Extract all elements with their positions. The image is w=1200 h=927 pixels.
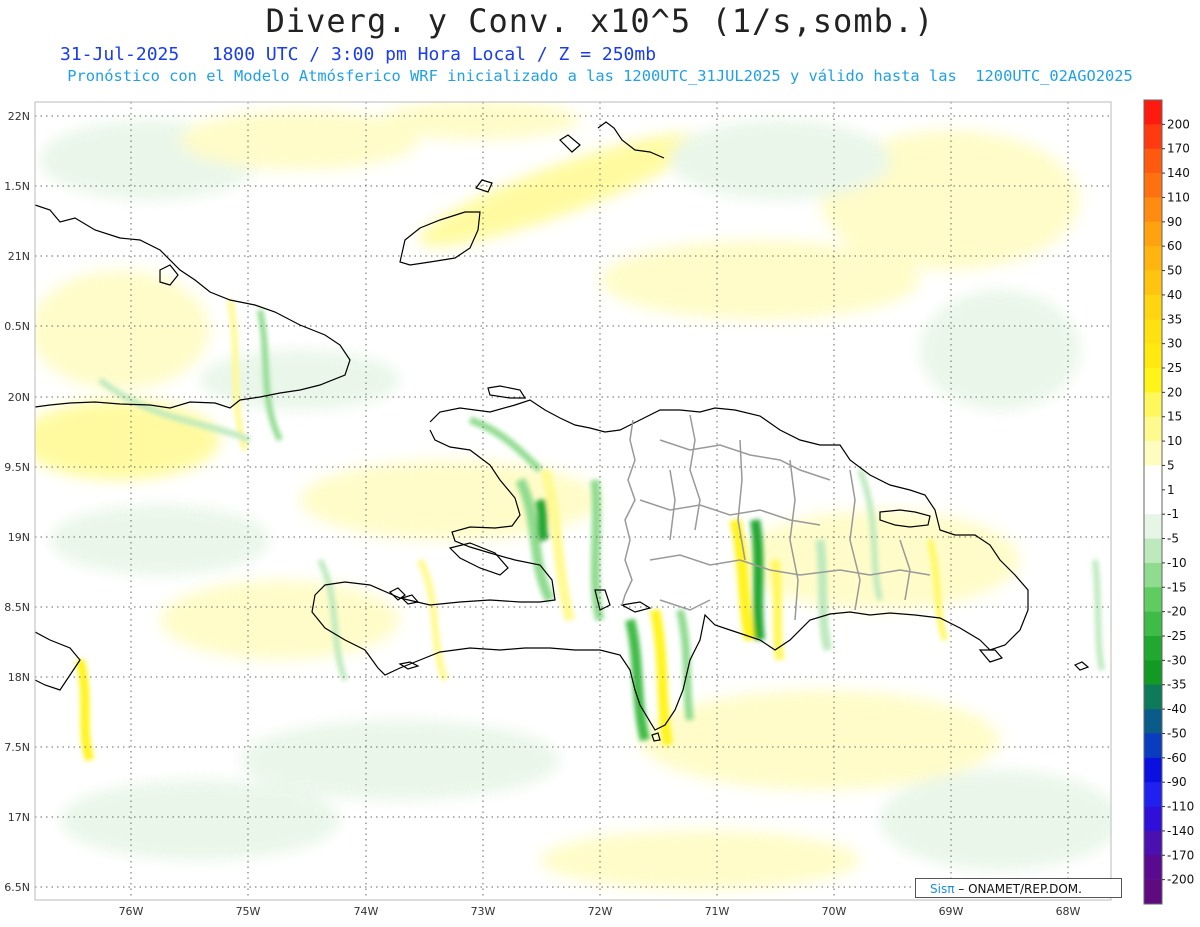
colorbar-swatch xyxy=(1144,611,1162,637)
colorbar-swatch xyxy=(1144,343,1162,369)
colorbar-swatch xyxy=(1144,319,1162,344)
colorbar-swatch xyxy=(1144,782,1162,807)
colorbar-swatch xyxy=(1144,148,1162,174)
colorbar-swatch xyxy=(1144,636,1162,661)
colorbar-swatch xyxy=(1144,660,1162,686)
colorbar-label: -60 xyxy=(1167,751,1187,765)
colorbar-label: 140 xyxy=(1167,166,1190,180)
colorbar-swatch xyxy=(1144,684,1162,710)
colorbar-label: 170 xyxy=(1167,142,1190,156)
lat-label: 18N xyxy=(8,671,30,684)
colorbar-swatch xyxy=(1144,270,1162,296)
lon-label: 72W xyxy=(588,905,613,918)
colorbar-swatch xyxy=(1144,733,1162,759)
colorbar-label: -90 xyxy=(1167,775,1187,789)
lat-label: 8.5N xyxy=(4,601,30,614)
colorbar-label: -30 xyxy=(1167,653,1187,667)
colorbar-label: -40 xyxy=(1167,702,1187,716)
lat-label: 21N xyxy=(8,250,30,263)
lat-label: 1.5N xyxy=(4,180,30,193)
map-figure: 22N 1.5N 21N 0.5N 20N 9.5N 19N 8.5N 18N … xyxy=(4,99,1194,918)
colorbar-swatch xyxy=(1144,587,1162,612)
colorbar-label: 10 xyxy=(1167,434,1182,448)
colorbar-label: 50 xyxy=(1167,264,1182,278)
colorbar-label: 1 xyxy=(1167,483,1175,497)
colorbar-swatch xyxy=(1144,879,1162,905)
colorbar-swatch xyxy=(1144,294,1162,320)
colorbar-swatch xyxy=(1144,855,1162,880)
colorbar-swatch xyxy=(1144,514,1162,539)
colorbar-swatch xyxy=(1144,124,1162,150)
colorbar-swatch xyxy=(1144,757,1162,783)
lon-label: 71W xyxy=(705,905,730,918)
lat-label: 7.5N xyxy=(4,741,30,754)
colorbar: 200 170 140 110 90 60 50 40 35 30 25 20 15 10 5 1 -1 -5 -1… xyxy=(1143,99,1194,905)
colorbar-swatch xyxy=(1144,416,1162,442)
colorbar-swatch xyxy=(1144,709,1162,734)
lon-label: 74W xyxy=(354,905,379,918)
colorbar-swatch xyxy=(1144,830,1162,856)
divergence-field xyxy=(35,102,1111,900)
colorbar-swatch xyxy=(1144,465,1162,491)
lon-label: 70W xyxy=(822,905,847,918)
colorbar-swatch xyxy=(1144,562,1162,588)
colorbar-swatch xyxy=(1144,489,1162,515)
lon-label: 69W xyxy=(939,905,964,918)
latitude-axis: 22N 1.5N 21N 0.5N 20N 9.5N 19N 8.5N 18N … xyxy=(4,110,30,894)
colorbar-label: -35 xyxy=(1167,678,1187,692)
lon-label: 75W xyxy=(236,905,261,918)
lat-label: 6.5N xyxy=(4,881,30,894)
colorbar-label: -20 xyxy=(1167,605,1187,619)
colorbar-label: 110 xyxy=(1167,190,1190,204)
colorbar-label: -50 xyxy=(1167,726,1187,740)
colorbar-swatch xyxy=(1144,221,1162,247)
colorbar-label: 5 xyxy=(1167,458,1175,472)
colorbar-label: 15 xyxy=(1167,410,1182,424)
sispi-logo: Sisπ xyxy=(930,882,955,896)
colorbar-label: 90 xyxy=(1167,215,1182,229)
colorbar-swatch xyxy=(1144,806,1162,832)
colorbar-label: 40 xyxy=(1167,288,1182,302)
colorbar-label: -5 xyxy=(1167,532,1179,546)
colorbar-label: 20 xyxy=(1167,385,1182,399)
colorbar-label: -1 xyxy=(1167,507,1179,521)
colorbar-label: -25 xyxy=(1167,629,1187,643)
lon-label: 68W xyxy=(1056,905,1081,918)
colorbar-label: -200 xyxy=(1167,873,1194,887)
lat-label: 0.5N xyxy=(4,320,30,333)
lon-label: 73W xyxy=(471,905,496,918)
credit-text: – ONAMET/REP.DOM. xyxy=(958,882,1082,896)
colorbar-swatch xyxy=(1144,100,1162,125)
colorbar-label: 200 xyxy=(1167,117,1190,131)
lat-label: 20N xyxy=(8,391,30,404)
colorbar-label: -140 xyxy=(1167,824,1194,838)
colorbar-swatch xyxy=(1144,197,1162,223)
colorbar-label: -15 xyxy=(1167,580,1187,594)
colorbar-swatch xyxy=(1144,246,1162,271)
colorbar-label: -170 xyxy=(1167,848,1194,862)
lon-label: 76W xyxy=(119,905,144,918)
colorbar-swatch xyxy=(1144,392,1162,418)
colorbar-label: 35 xyxy=(1167,312,1182,326)
colorbar-swatch xyxy=(1144,368,1162,393)
colorbar-swatch xyxy=(1144,538,1162,564)
colorbar-label: -10 xyxy=(1167,556,1187,570)
colorbar-label: -110 xyxy=(1167,800,1194,814)
colorbar-label: 30 xyxy=(1167,337,1182,351)
longitude-axis: 76W 75W 74W 73W 72W 71W 70W 69W 68W xyxy=(119,905,1081,918)
colorbar-swatch xyxy=(1144,441,1162,466)
colorbar-label: 25 xyxy=(1167,361,1182,375)
colorbar-label: 60 xyxy=(1167,239,1182,253)
lat-label: 9.5N xyxy=(4,461,30,474)
colorbar-swatch xyxy=(1144,173,1162,198)
lat-label: 22N xyxy=(8,110,30,123)
lat-label: 17N xyxy=(8,811,30,824)
lat-label: 19N xyxy=(8,531,30,544)
credit-box: Sisπ – ONAMET/REP.DOM. xyxy=(915,878,1122,898)
